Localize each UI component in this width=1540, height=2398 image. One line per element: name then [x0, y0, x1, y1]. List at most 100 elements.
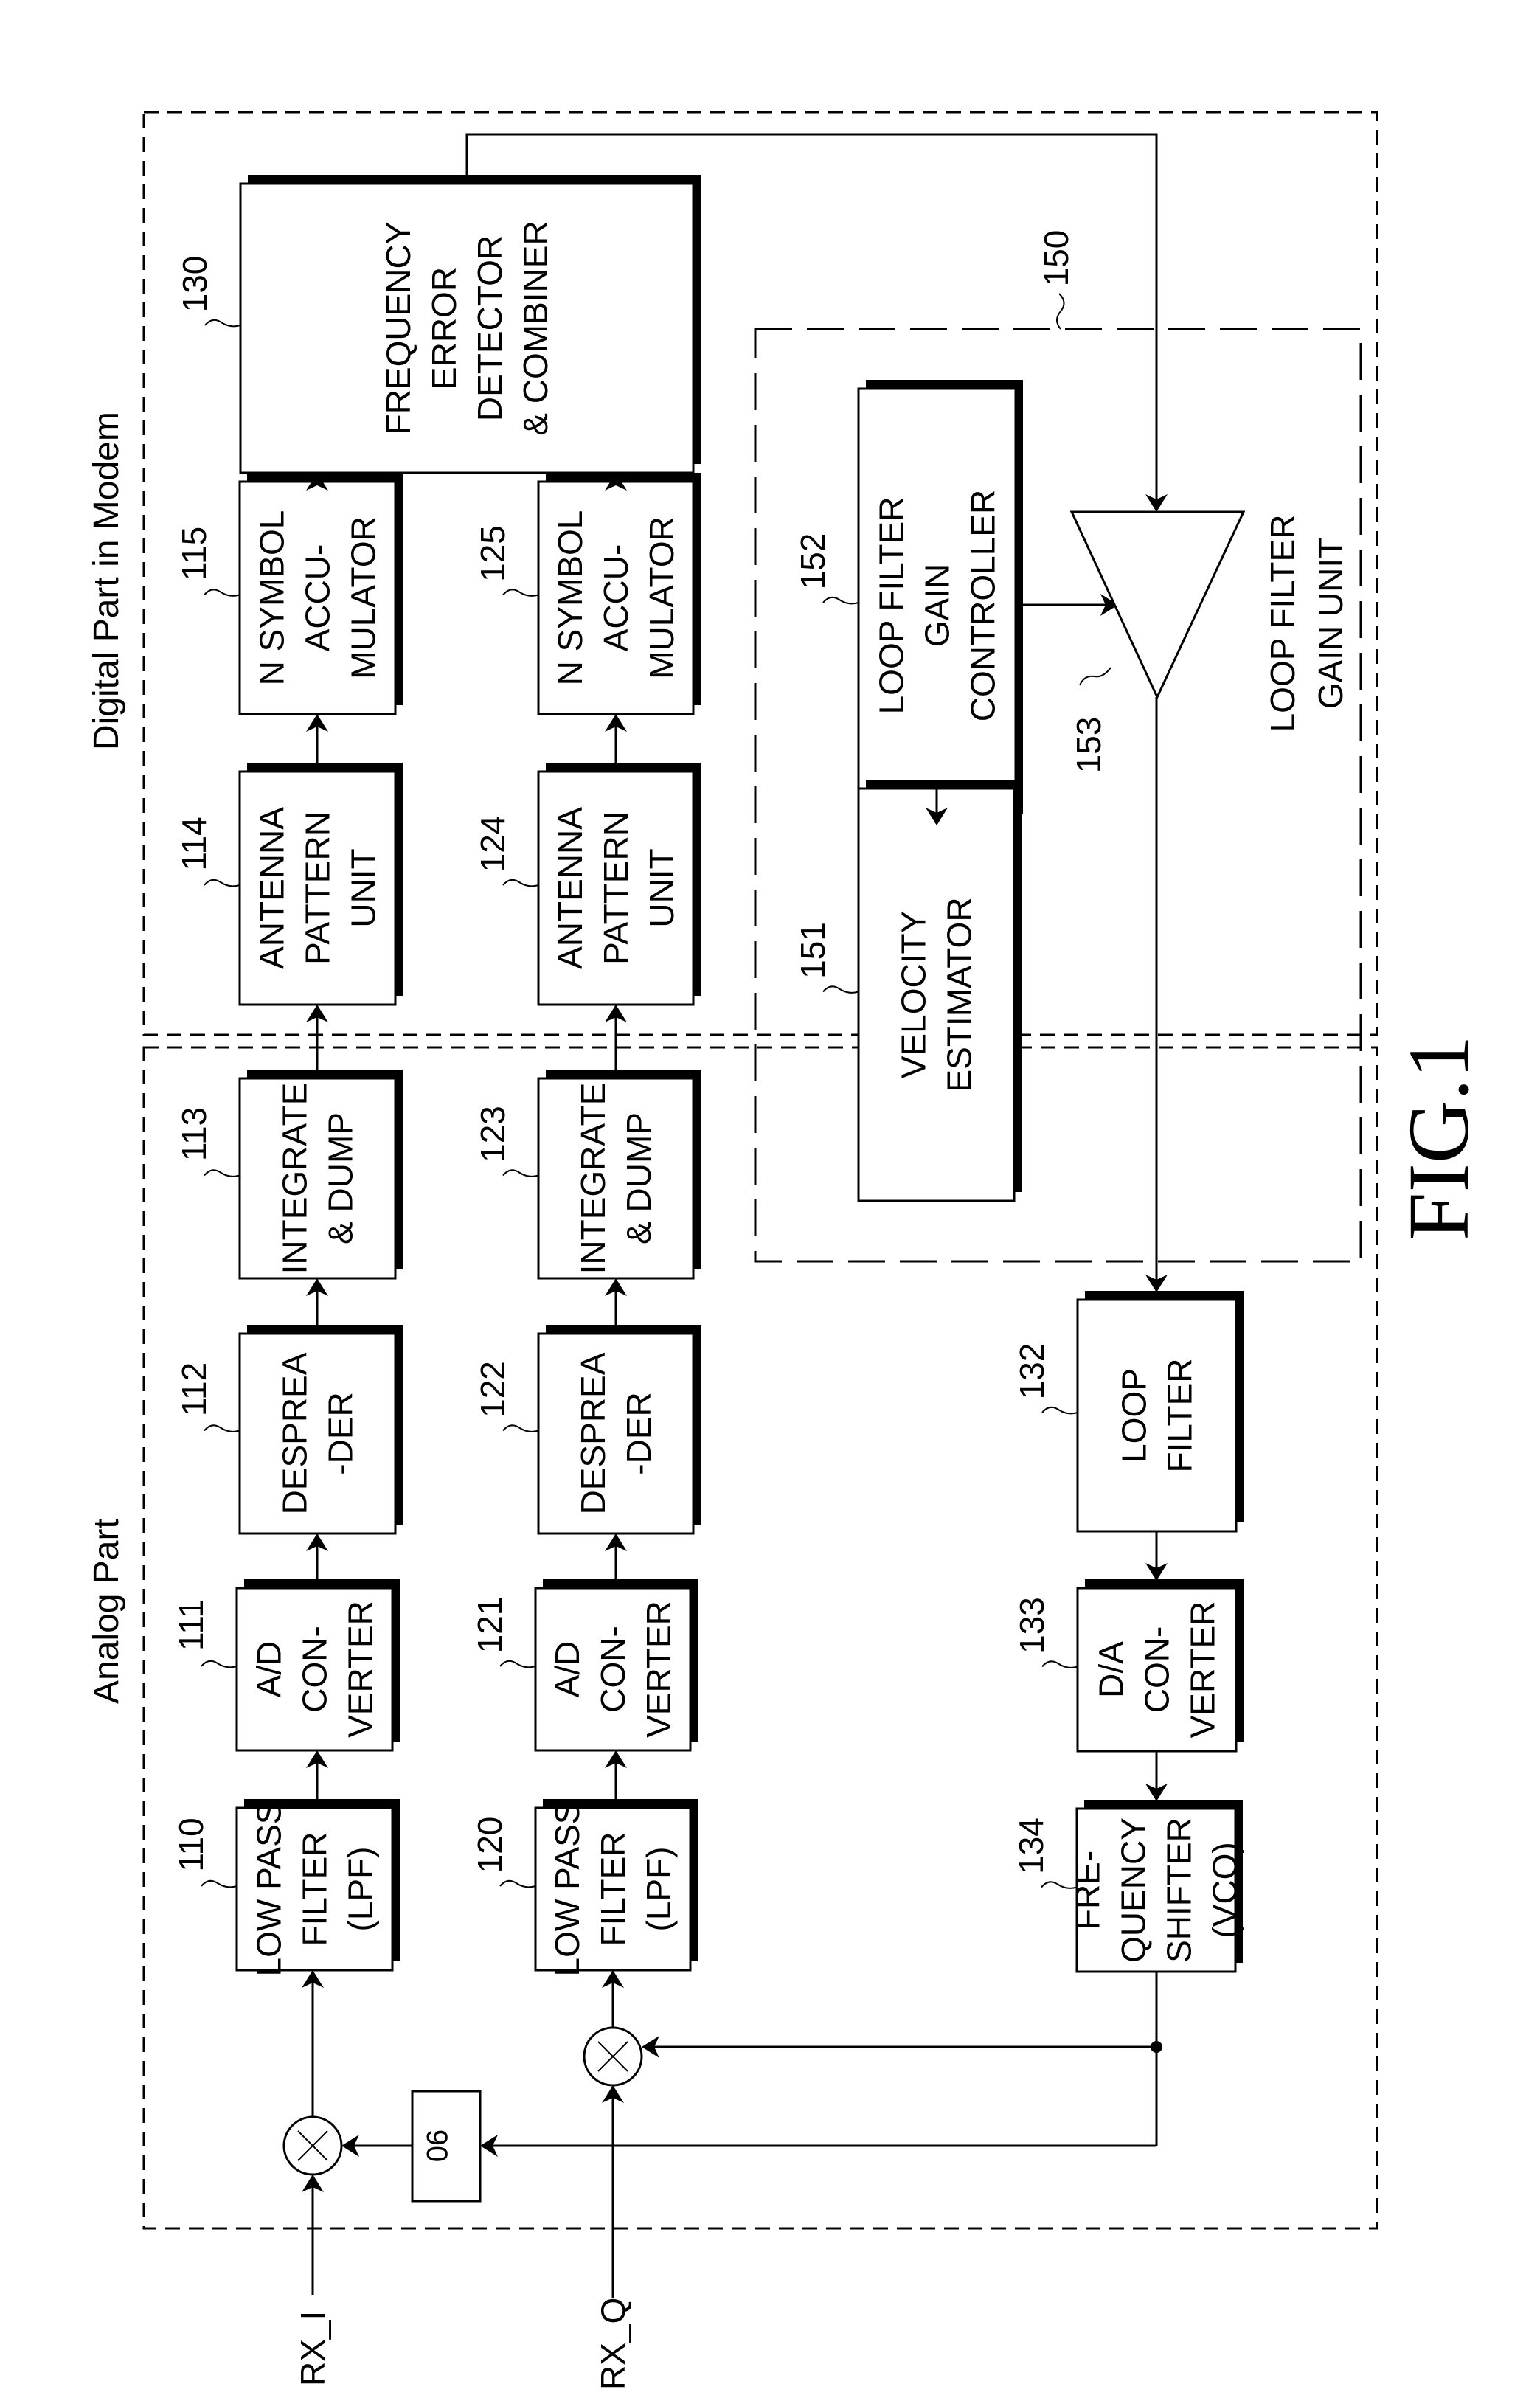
- rx-q-label: RX_Q: [594, 2298, 632, 2390]
- block-label-line: & DUMP: [322, 1112, 360, 1244]
- ref-leader: [204, 879, 240, 887]
- block-label-line: A/D: [250, 1641, 288, 1698]
- block-ref-number: 134: [1012, 1817, 1050, 1874]
- block-label-line: (VCO): [1206, 1842, 1244, 1938]
- block-ref-number: 130: [176, 256, 214, 313]
- block-label-line: CON-: [1138, 1626, 1176, 1713]
- block-112: DESPREA -DER 112: [175, 1325, 403, 1535]
- blocks-layer: FREQUENCY ERROR DETECTOR & COMBINER 130 N SYM…: [172, 175, 1244, 1976]
- block-130: FREQUENCY ERROR DETECTOR & COMBINER 130: [176, 175, 701, 474]
- block-label-line: VERTER: [1184, 1601, 1222, 1739]
- gain-unit-region-box: [754, 328, 1362, 1263]
- mixer-i: [282, 2115, 343, 2176]
- gain-unit-label-line-2: GAIN UNIT: [1311, 538, 1350, 710]
- block-label-line: DESPREA: [574, 1352, 612, 1514]
- block-label-line: PATTERN: [299, 811, 337, 965]
- block-label-line: LOW PASS: [250, 1802, 288, 1977]
- block-label-line: (LPF): [341, 1847, 380, 1932]
- block-123: INTEGRATE & DUMP 123: [474, 1070, 701, 1280]
- block-label-line: INTEGRATE: [276, 1083, 314, 1275]
- block-frame: [238, 1077, 397, 1280]
- rx-i-label: RX_I: [294, 2311, 332, 2386]
- block-frame: [857, 787, 1016, 1202]
- block-label-line: MULATOR: [344, 516, 383, 679]
- block-ref-number: 151: [794, 922, 832, 979]
- ref-leader: [502, 1169, 539, 1177]
- figure-caption: FIG.1: [1390, 1035, 1487, 1241]
- block-122: DESPREA -DER 122: [474, 1325, 701, 1535]
- block-label-line: & COMBINER: [516, 221, 555, 435]
- block-label-line: DESPREA: [276, 1352, 314, 1514]
- block-ref-number: 124: [474, 816, 512, 873]
- block-label-line: INTEGRATE: [574, 1083, 612, 1275]
- block-ref-number: 121: [471, 1597, 509, 1654]
- block-120: LOW PASS FILTER (LPF) 120: [471, 1799, 698, 1976]
- block-132: LOOP FILTER 132: [1013, 1291, 1244, 1533]
- amplifier-ref-leader: [1079, 667, 1111, 686]
- block-label-line: ESTIMATOR: [940, 897, 979, 1092]
- ref-leader: [201, 1879, 237, 1888]
- block-ref-number: 113: [175, 1107, 213, 1161]
- block-label-line: ACCU-: [299, 544, 337, 652]
- block-label-line: ACCU-: [597, 544, 635, 652]
- block-label-line: D/A: [1092, 1641, 1131, 1698]
- digital-region-label: Digital Part in Modem: [87, 412, 126, 750]
- block-diagram: FREQUENCY ERROR DETECTOR & COMBINER 130 N SYM…: [87, 111, 1487, 2390]
- block-121: A/D CON- VERTER 121: [471, 1579, 698, 1752]
- block-frame: [1076, 1298, 1238, 1533]
- block-ref-number: 122: [474, 1361, 512, 1418]
- block-ref-number: 111: [172, 1599, 210, 1651]
- block-label-line: A/D: [548, 1641, 586, 1698]
- block-label-line: CON-: [296, 1626, 334, 1713]
- block-frame: [238, 1332, 397, 1535]
- block-frame: [239, 182, 695, 474]
- ref-leader: [502, 879, 539, 887]
- block-label-line: FILTER: [1161, 1358, 1199, 1472]
- block-label-line: LOOP FILTER: [873, 497, 911, 715]
- block-ref-number: 132: [1013, 1343, 1051, 1400]
- block-125: N SYMBOL ACCU- MULATOR 125: [474, 473, 701, 715]
- junction-dot: [1151, 2041, 1162, 2053]
- block-ref-number: 133: [1013, 1597, 1051, 1654]
- block-label-line: FRE-: [1069, 1851, 1107, 1930]
- block-label-line: UNIT: [344, 848, 383, 927]
- block-152: LOOP FILTER GAIN CONTROLLER 152: [794, 380, 1023, 824]
- block-frame: [537, 1077, 695, 1280]
- block-113: INTEGRATE & DUMP 113: [175, 1070, 403, 1280]
- ref-leader: [822, 596, 859, 605]
- ref-leader: [201, 1660, 237, 1668]
- block-label-line: CON-: [594, 1626, 632, 1713]
- analog-region-label: Analog Part: [87, 1519, 126, 1704]
- block-label-line: VERTER: [639, 1601, 678, 1738]
- block-label-line: -DER: [620, 1392, 658, 1475]
- block-ref-number: 110: [172, 1817, 210, 1871]
- block-label-line: LOOP: [1115, 1368, 1154, 1463]
- ref-leader: [1041, 1406, 1078, 1415]
- block-label-line: VERTER: [341, 1601, 380, 1738]
- ref-leader: [502, 589, 539, 597]
- ref-leader: [1041, 1660, 1078, 1668]
- ref-leader: [204, 1169, 240, 1177]
- block-115: N SYMBOL ACCU- MULATOR 115: [175, 473, 403, 715]
- block-label-line: FILTER: [296, 1832, 334, 1946]
- block-label-line: DETECTOR: [471, 235, 509, 421]
- gain-unit-ref-leader: [1056, 293, 1065, 330]
- block-label-line: FILTER: [594, 1832, 632, 1946]
- block-114: ANTENNA PATTERN UNIT 114: [175, 763, 403, 1006]
- block-label-line: FREQUENCY: [379, 222, 417, 435]
- block-label-line: QUENCY: [1114, 1817, 1153, 1963]
- block-110: LOW PASS FILTER (LPF) 110: [172, 1799, 400, 1976]
- ref-leader: [502, 1424, 539, 1432]
- block-label-line: LOW PASS: [548, 1802, 586, 1977]
- ref-leader: [499, 1660, 536, 1668]
- block-ref-number: 152: [794, 533, 832, 590]
- block-ref-number: 114: [175, 817, 213, 870]
- block-label-line: ANTENNA: [253, 807, 291, 969]
- block-label-line: N SYMBOL: [253, 510, 291, 686]
- ref-leader: [204, 1424, 240, 1432]
- block-label-line: ANTENNA: [551, 807, 589, 969]
- block-ref-number: 125: [474, 525, 512, 582]
- block-label-line: N SYMBOL: [551, 510, 589, 686]
- ref-leader: [204, 589, 240, 597]
- block-label-line: VELOCITY: [895, 911, 933, 1079]
